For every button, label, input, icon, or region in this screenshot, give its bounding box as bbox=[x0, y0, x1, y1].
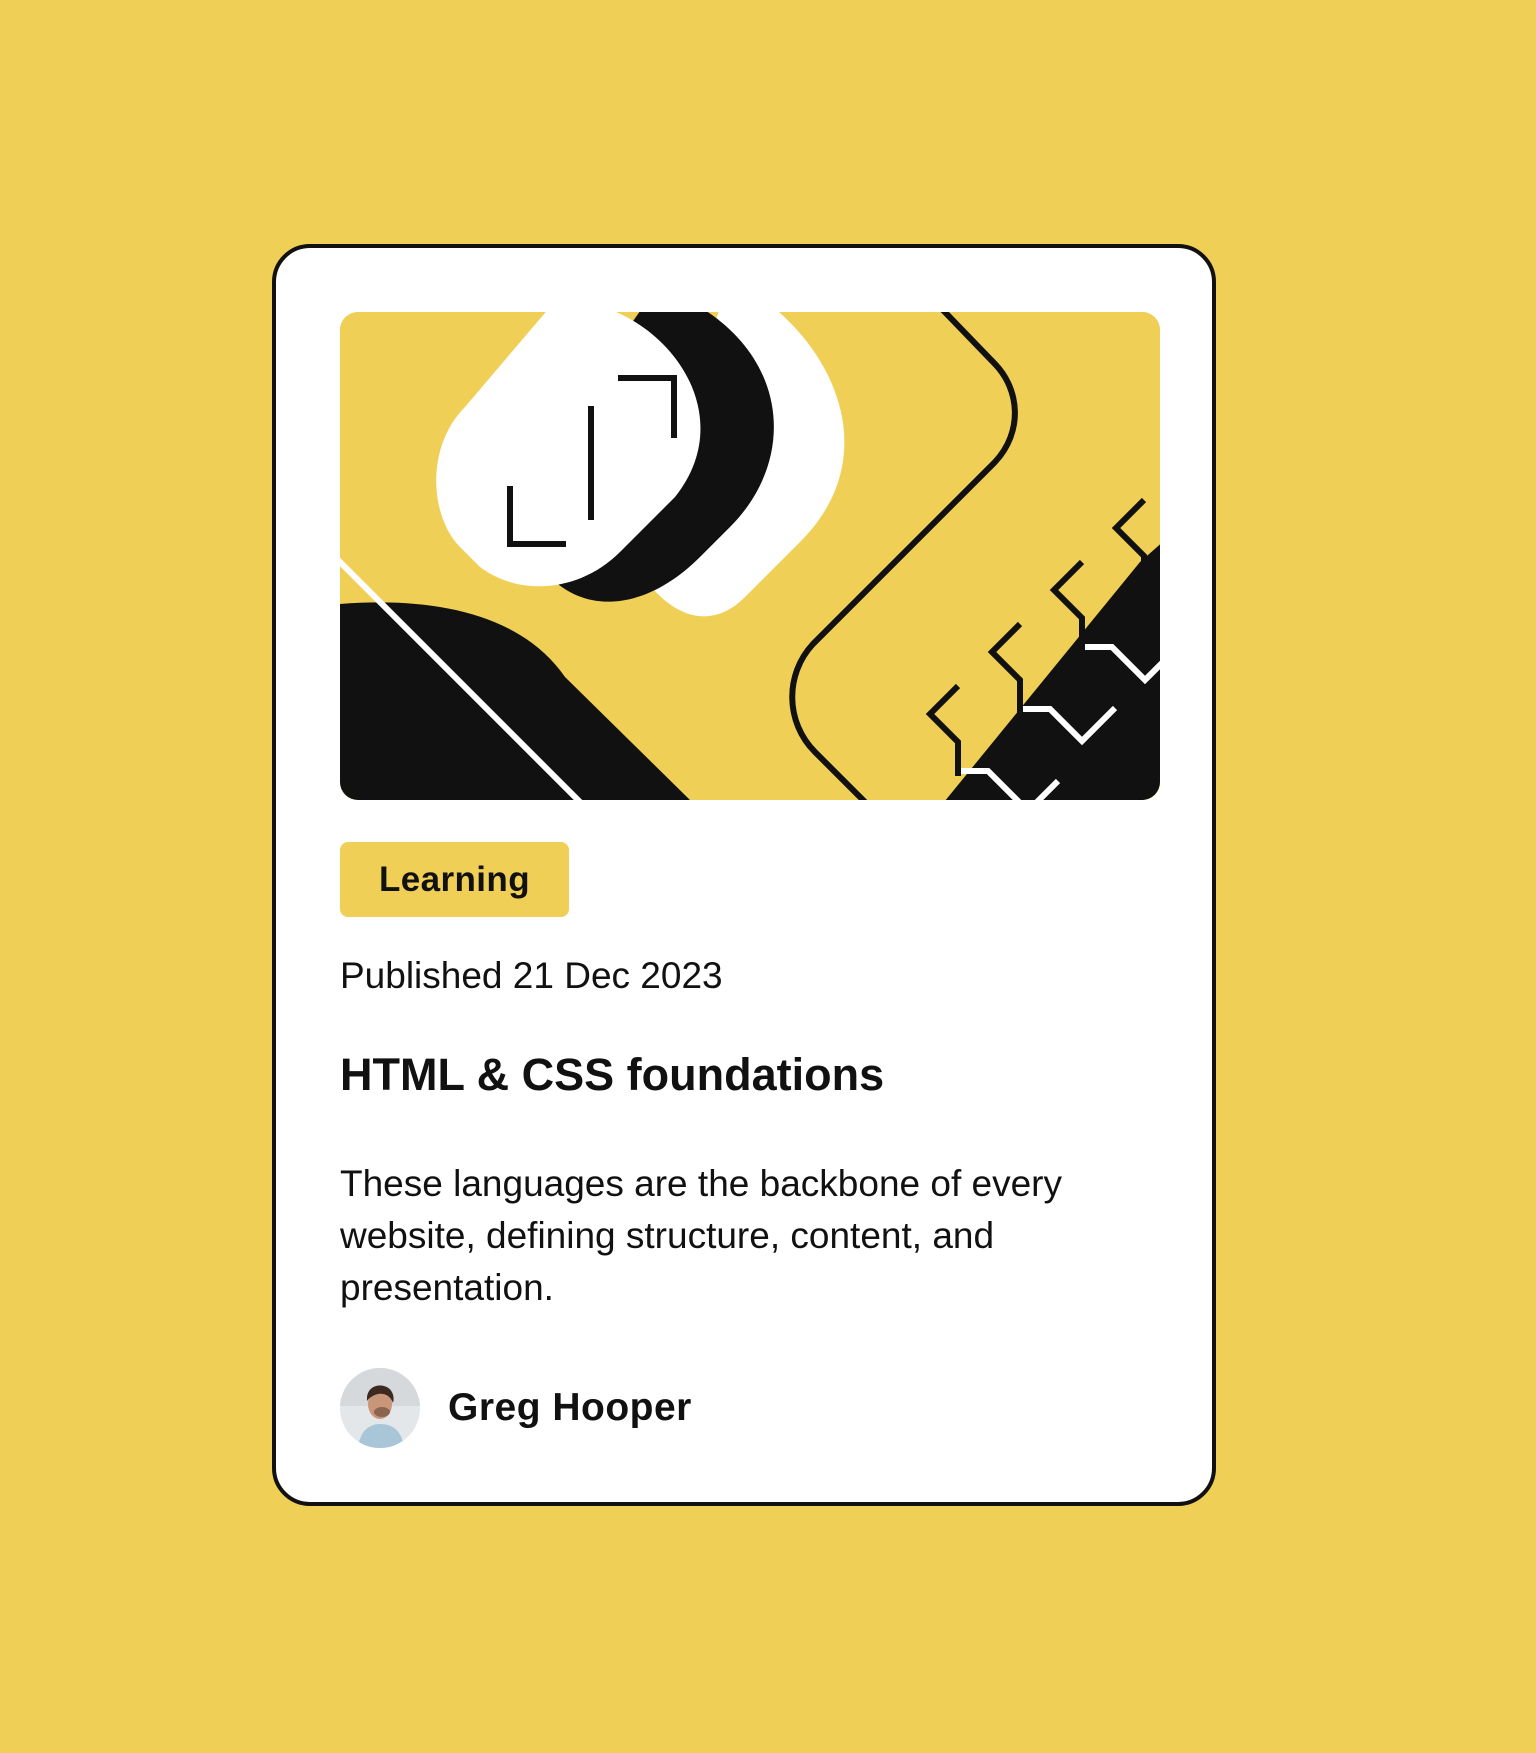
card-description: These languages are the backbone of ever… bbox=[340, 1163, 1062, 1308]
hero-illustration bbox=[340, 312, 1160, 800]
card-title[interactable]: HTML & CSS foundations bbox=[340, 1048, 884, 1102]
author-avatar bbox=[340, 1368, 420, 1448]
category-tag: Learning bbox=[340, 842, 569, 917]
published-date: Published 21 Dec 2023 bbox=[340, 955, 723, 996]
author-name: Greg Hooper bbox=[448, 1386, 692, 1429]
blog-preview-card: Learning Published 21 Dec 2023 HTML & CS… bbox=[272, 244, 1216, 1506]
author-block: Greg Hooper bbox=[340, 1368, 692, 1448]
